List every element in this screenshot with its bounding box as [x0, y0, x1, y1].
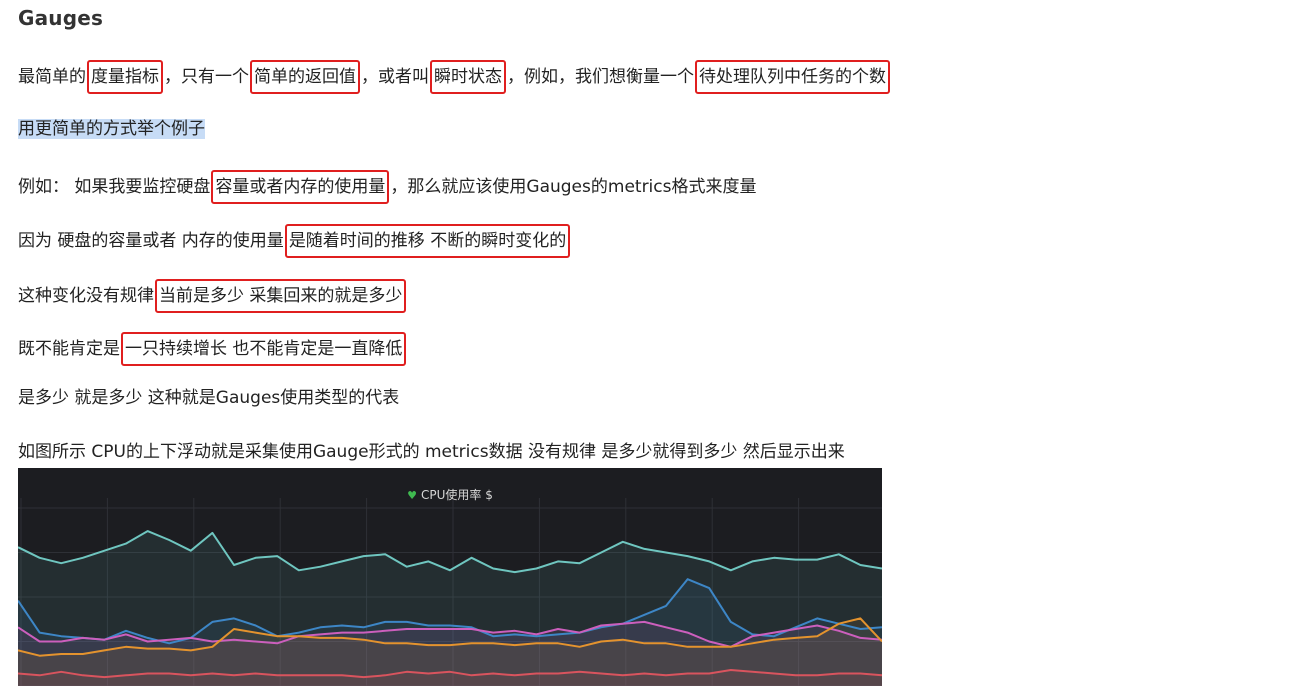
document: Gauges 最简单的 度量指标 ，只有一个 简单的返回值 ，或者叫 瞬时状态 ，例如，我们…: [0, 0, 1294, 694]
paragraph-line: 因为 硬盘的容量或者 内存的使用量 是随着时间的推移 不断的瞬时变化的: [18, 224, 571, 258]
highlighted-phrase: 瞬时状态: [430, 60, 506, 94]
line-text: 是多少 就是多少 这种就是Gauges使用类型的代表: [18, 388, 399, 408]
line-text: 既不能肯定是 一只持续增长 也不能肯定是一直降低: [18, 332, 407, 366]
text-segment: 这种变化没有规律: [18, 286, 154, 306]
paragraph-line: 是多少 就是多少 这种就是Gauges使用类型的代表: [18, 386, 399, 410]
highlighted-phrase: 容量或者内存的使用量: [211, 170, 390, 204]
chart-title: ♥ CPU使用率 $: [18, 486, 882, 503]
text-segment: ，例如，我们想衡量一个: [507, 67, 694, 87]
highlighted-phrase: 是随着时间的推移 不断的瞬时变化的: [284, 224, 571, 258]
chart-title-text: CPU使用率 $: [421, 488, 493, 502]
text-segment: ，只有一个: [164, 67, 249, 87]
highlighted-phrase: 度量指标: [87, 60, 163, 94]
text-segment: ，那么就应该使用Gauges的metrics格式来度量: [390, 177, 757, 197]
text-segment: ，或者叫: [361, 67, 429, 87]
highlighted-phrase: 一只持续增长 也不能肯定是一直降低: [121, 332, 407, 366]
highlighted-phrase: 当前是多少 采集回来的就是多少: [155, 279, 407, 313]
section-heading: Gauges: [18, 6, 104, 30]
cpu-usage-chart: ♥ CPU使用率 $: [18, 468, 882, 686]
highlighted-phrase: 简单的返回值: [250, 60, 360, 94]
paragraph-line: 既不能肯定是 一只持续增长 也不能肯定是一直降低: [18, 332, 407, 366]
line-text: 如图所示 CPU的上下浮动就是采集使用Gauge形式的 metrics数据 没有…: [18, 442, 845, 462]
line-text: 这种变化没有规律 当前是多少 采集回来的就是多少: [18, 279, 407, 313]
text-segment: 例如： 如果我要监控硬盘: [18, 177, 211, 197]
selected-text: 用更简单的方式举个例子: [18, 119, 205, 139]
line-text: 例如： 如果我要监控硬盘 容量或者内存的使用量 ，那么就应该使用Gauges的met…: [18, 170, 757, 204]
heart-icon: ♥: [407, 489, 417, 502]
paragraph-line: 如图所示 CPU的上下浮动就是采集使用Gauge形式的 metrics数据 没有…: [18, 440, 845, 464]
line-text: 最简单的 度量指标 ，只有一个 简单的返回值 ，或者叫 瞬时状态 ，例如，我们想衡量一个 待处…: [18, 60, 891, 94]
text-segment: 既不能肯定是: [18, 339, 120, 359]
text-segment: 因为 硬盘的容量或者 内存的使用量: [18, 231, 284, 251]
text-segment: 是多少 就是多少 这种就是Gauges使用类型的代表: [18, 388, 400, 408]
text-segment: 如图所示 CPU的上下浮动就是采集使用Gauge形式的 metrics数据 没有…: [18, 442, 845, 462]
paragraph-line: 最简单的 度量指标 ，只有一个 简单的返回值 ，或者叫 瞬时状态 ，例如，我们想衡量一个 待处…: [18, 60, 891, 94]
paragraph-line: 用更简单的方式举个例子: [18, 117, 205, 141]
line-text: 因为 硬盘的容量或者 内存的使用量 是随着时间的推移 不断的瞬时变化的: [18, 224, 571, 258]
highlighted-phrase: 待处理队列中任务的个数: [695, 60, 890, 94]
paragraph-line: 例如： 如果我要监控硬盘 容量或者内存的使用量 ，那么就应该使用Gauges的met…: [18, 170, 756, 204]
text-segment: 用更简单的方式举个例子: [18, 119, 205, 139]
paragraph-line: 这种变化没有规律 当前是多少 采集回来的就是多少: [18, 279, 407, 313]
text-segment: 最简单的: [18, 67, 86, 87]
